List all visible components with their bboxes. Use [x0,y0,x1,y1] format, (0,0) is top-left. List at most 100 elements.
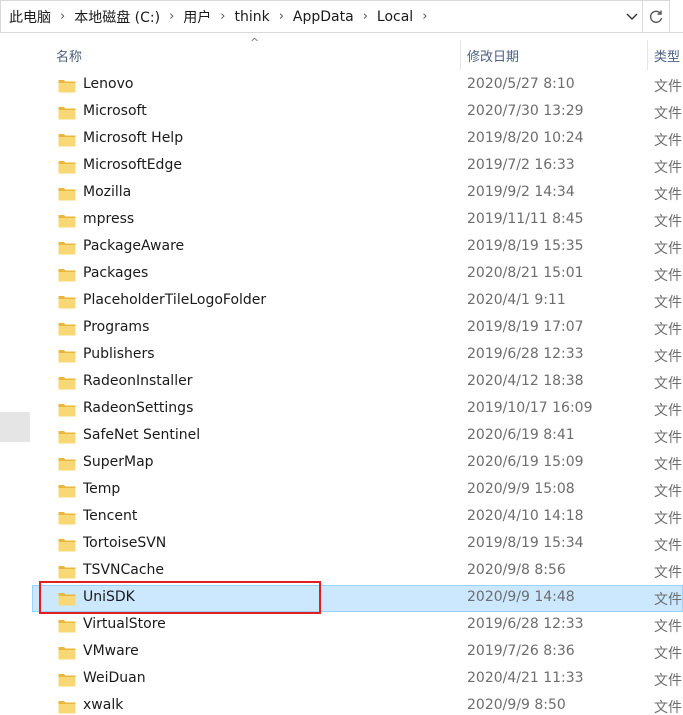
breadcrumb-separator-icon[interactable]: › [363,9,368,24]
list-item[interactable]: Microsoft 2020/7/30 13:29 文件 [32,99,683,126]
file-date-modified: 2020/5/27 8:10 [467,76,575,92]
list-item[interactable]: mpress 2019/11/11 8:45 文件 [32,207,683,234]
file-date-modified: 2019/8/19 17:07 [467,319,584,335]
file-type: 文件 [654,376,682,392]
list-item[interactable]: MicrosoftEdge 2019/7/2 16:33 文件 [32,153,683,180]
list-item[interactable]: Temp 2020/9/9 15:08 文件 [32,477,683,504]
file-name: Microsoft [83,103,147,119]
list-item[interactable]: WeiDuan 2020/4/21 11:33 文件 [32,666,683,693]
file-date-modified: 2019/11/11 8:45 [467,211,584,227]
file-date-modified: 2019/8/20 10:24 [467,130,584,146]
breadcrumb-separator-icon[interactable]: › [169,9,174,24]
breadcrumb[interactable]: 此电脑 › 本地磁盘 (C:) › 用户 › think › AppData ›… [0,0,622,33]
file-name: Microsoft Help [83,130,184,146]
list-item[interactable]: Packages 2020/8/21 15:01 文件 [32,261,683,288]
file-date-modified: 2019/7/26 8:36 [467,643,575,659]
file-date-modified: 2020/9/9 8:50 [467,697,566,713]
file-date-modified: 2020/9/9 15:08 [467,481,575,497]
list-item[interactable]: Tencent 2020/4/10 14:18 文件 [32,504,683,531]
breadcrumb-item-this-pc[interactable]: 此电脑 [9,7,51,27]
folder-icon [58,161,76,174]
breadcrumb-separator-icon[interactable]: › [279,9,284,24]
list-item[interactable]: SafeNet Sentinel 2020/6/19 8:41 文件 [32,423,683,450]
file-name: Packages [83,265,149,281]
file-name: WeiDuan [83,670,146,686]
folder-icon [58,647,76,660]
folder-icon [58,512,76,525]
list-item[interactable]: PlaceholderTileLogoFolder 2020/4/1 9:11 文件 [32,288,683,315]
highlight-annotation-box [39,581,321,614]
list-item[interactable]: RadeonInstaller 2020/4/12 18:38 文件 [32,369,683,396]
file-name: VirtualStore [83,616,166,632]
list-item[interactable]: RadeonSettings 2019/10/17 16:09 文件 [32,396,683,423]
file-name: Temp [83,481,121,497]
file-type: 文件 [654,214,682,230]
column-header-date-modified[interactable]: 修改日期 [467,46,519,65]
folder-icon [58,215,76,228]
breadcrumb-separator-icon[interactable]: › [60,9,65,24]
file-name: PackageAware [83,238,185,254]
list-item[interactable]: SuperMap 2020/6/19 15:09 文件 [32,450,683,477]
file-date-modified: 2019/8/19 15:35 [467,238,584,254]
column-headers: ^ 名称 修改日期 类型 [32,34,683,72]
file-name: PlaceholderTileLogoFolder [83,292,267,308]
folder-icon [58,323,76,336]
navigation-pane[interactable] [0,34,32,715]
address-history-dropdown[interactable] [622,0,642,33]
list-item[interactable]: Lenovo 2020/5/27 8:10 文件 [32,72,683,99]
refresh-button[interactable] [642,0,670,33]
list-item[interactable]: Programs 2019/8/19 17:07 文件 [32,315,683,342]
file-name: RadeonSettings [83,400,194,416]
file-type: 文件 [654,241,682,257]
file-date-modified: 2020/9/8 8:56 [467,562,566,578]
chevron-down-icon [626,13,638,20]
file-name: SafeNet Sentinel [83,427,201,443]
file-date-modified: 2019/6/28 12:33 [467,616,584,632]
file-type: 文件 [654,295,682,311]
file-name: TortoiseSVN [83,535,167,551]
list-item[interactable]: Publishers 2019/6/28 12:33 文件 [32,342,683,369]
file-name: mpress [83,211,135,227]
column-divider[interactable] [647,40,648,70]
file-date-modified: 2020/6/19 15:09 [467,454,584,470]
folder-icon [58,134,76,147]
file-type: 文件 [654,457,682,473]
list-item[interactable]: PackageAware 2019/8/19 15:35 文件 [32,234,683,261]
column-divider[interactable] [460,40,461,70]
folder-icon [58,107,76,120]
file-name: Tencent [83,508,138,524]
column-header-type[interactable]: 类型 [654,46,680,65]
breadcrumb-separator-icon[interactable]: › [422,9,427,24]
column-header-name[interactable]: 名称 [56,46,82,65]
breadcrumb-item-appdata[interactable]: AppData [293,9,354,25]
file-type: 文件 [654,646,682,662]
file-name: TSVNCache [83,562,165,578]
breadcrumb-item-users[interactable]: 用户 [183,7,211,27]
breadcrumb-item-think[interactable]: think [234,9,269,25]
file-name: Programs [83,319,150,335]
breadcrumb-item-local[interactable]: Local [377,9,413,25]
list-item[interactable]: VirtualStore 2019/6/28 12:33 文件 [32,612,683,639]
file-type: 文件 [654,403,682,419]
file-list: Lenovo 2020/5/27 8:10 文件 Microsoft 2020/7/30… [32,72,683,715]
navigation-pane-hover-item[interactable] [0,412,30,442]
folder-icon [58,80,76,93]
file-type: 文件 [654,79,682,95]
file-name: Publishers [83,346,155,362]
file-type: 文件 [654,160,682,176]
file-date-modified: 2019/9/2 14:34 [467,184,575,200]
list-item[interactable]: xwalk 2020/9/9 8:50 文件 [32,693,683,715]
list-item[interactable]: Mozilla 2019/9/2 14:34 文件 [32,180,683,207]
file-type: 文件 [654,268,682,284]
folder-icon [58,566,76,579]
list-item[interactable]: Microsoft Help 2019/8/20 10:24 文件 [32,126,683,153]
list-item[interactable]: TortoiseSVN 2019/8/19 15:34 文件 [32,531,683,558]
breadcrumb-separator-icon[interactable]: › [220,9,225,24]
folder-icon [58,377,76,390]
file-type: 文件 [654,106,682,122]
list-item[interactable]: VMware 2019/7/26 8:36 文件 [32,639,683,666]
folder-icon [58,674,76,687]
folder-icon [58,620,76,633]
file-date-modified: 2019/6/28 12:33 [467,346,584,362]
breadcrumb-item-local-disk[interactable]: 本地磁盘 (C:) [74,7,160,27]
